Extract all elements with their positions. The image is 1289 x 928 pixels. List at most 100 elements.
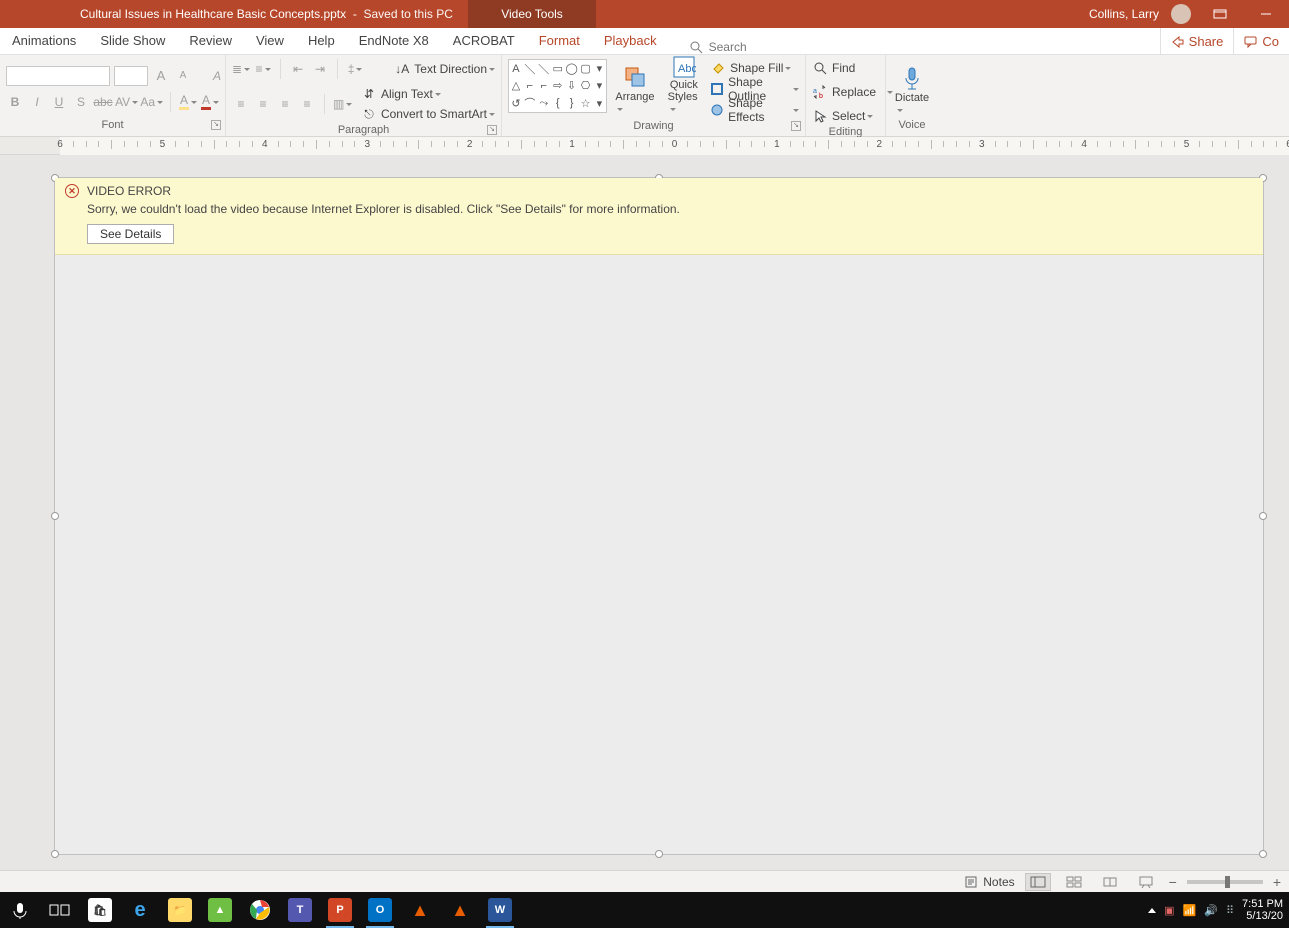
strikethrough-button[interactable]: abc xyxy=(94,93,112,111)
align-left-button[interactable]: ≡ xyxy=(232,95,250,113)
tray-wifi-icon[interactable]: 📶 xyxy=(1183,904,1197,917)
cortana-icon[interactable] xyxy=(0,892,40,928)
ruler-minor-tick xyxy=(649,141,650,147)
columns-button[interactable]: ▥ xyxy=(333,95,352,113)
line-spacing-button[interactable]: ‡ xyxy=(346,60,364,78)
reading-view-button[interactable] xyxy=(1097,873,1123,891)
zoom-thumb[interactable] xyxy=(1225,876,1230,888)
task-view-icon[interactable] xyxy=(40,892,80,928)
chrome-icon[interactable] xyxy=(240,892,280,928)
arrange-button[interactable]: Arrange xyxy=(611,59,659,117)
paragraph-dialog-launcher[interactable]: ↘ xyxy=(487,125,497,135)
tray-volume-icon[interactable]: 🔊 xyxy=(1204,904,1218,917)
drawing-dialog-launcher[interactable]: ↘ xyxy=(791,121,801,131)
slideshow-view-button[interactable] xyxy=(1133,873,1159,891)
clear-formatting-button[interactable]: A xyxy=(208,67,226,85)
user-name[interactable]: Collins, Larry xyxy=(1089,7,1159,21)
notes-button[interactable]: Notes xyxy=(963,873,1014,891)
tray-dropbox-icon[interactable]: ⠿ xyxy=(1226,904,1234,917)
tab-playback[interactable]: Playback xyxy=(592,27,669,54)
tab-animations[interactable]: Animations xyxy=(0,27,88,54)
microsoft-store-icon[interactable]: 🛍 xyxy=(80,892,120,928)
video-placeholder[interactable]: ✕ VIDEO ERROR Sorry, we couldn't load th… xyxy=(54,177,1264,855)
taskbar-clock[interactable]: 7:51 PM 5/13/20 xyxy=(1242,898,1283,922)
vlc-icon[interactable]: ▲ xyxy=(400,892,440,928)
file-explorer-icon[interactable]: 📁 xyxy=(160,892,200,928)
resize-handle[interactable] xyxy=(51,850,59,858)
error-title: VIDEO ERROR xyxy=(87,184,171,198)
ruler-minor-tick xyxy=(905,141,906,147)
character-spacing-button[interactable]: AV xyxy=(116,93,137,111)
onedrive-icon[interactable]: ▲ xyxy=(200,892,240,928)
tab-slide-show[interactable]: Slide Show xyxy=(88,27,177,54)
ruler-minor-tick xyxy=(354,141,355,147)
tab-format[interactable]: Format xyxy=(527,27,592,54)
minimize-button[interactable] xyxy=(1249,4,1283,24)
ribbon-display-options-button[interactable] xyxy=(1203,4,1237,24)
tab-endnote[interactable]: EndNote X8 xyxy=(347,27,441,54)
replace-button[interactable]: abReplace xyxy=(812,83,876,101)
align-text-button[interactable]: ⇵Align Text xyxy=(361,85,441,103)
increase-indent-button[interactable]: ⇥ xyxy=(311,60,329,78)
justify-button[interactable]: ≡ xyxy=(298,95,316,113)
slide-sorter-view-button[interactable] xyxy=(1061,873,1087,891)
tray-overflow-button[interactable] xyxy=(1148,908,1156,913)
select-button[interactable]: Select xyxy=(812,107,879,125)
font-name-input[interactable] xyxy=(6,66,110,86)
ruler-major-tick: 2 xyxy=(467,139,473,150)
resize-handle[interactable] xyxy=(655,850,663,858)
resize-handle[interactable] xyxy=(51,512,59,520)
bold-button[interactable]: B xyxy=(6,93,24,111)
edge-icon[interactable]: e xyxy=(120,892,160,928)
horizontal-ruler[interactable]: 6543210123456 xyxy=(0,137,1289,155)
shape-line2-icon: ＼ xyxy=(537,60,551,77)
tray-security-icon[interactable]: ▣ xyxy=(1164,904,1174,917)
ruler-minor-tick xyxy=(508,141,509,147)
resize-handle[interactable] xyxy=(1259,512,1267,520)
grow-font-button[interactable]: A xyxy=(152,67,170,85)
tab-review[interactable]: Review xyxy=(177,27,244,54)
tab-view[interactable]: View xyxy=(244,27,296,54)
bullets-button[interactable]: ≣ xyxy=(232,60,250,78)
see-details-button[interactable]: See Details xyxy=(87,224,174,244)
tab-acrobat[interactable]: ACROBAT xyxy=(441,27,527,54)
font-size-input[interactable] xyxy=(114,66,148,86)
share-button[interactable]: Share xyxy=(1160,28,1234,55)
resize-handle[interactable] xyxy=(1259,850,1267,858)
shape-effects-button[interactable]: Shape Effects xyxy=(710,101,799,119)
teams-icon[interactable]: T xyxy=(280,892,320,928)
italic-button[interactable]: I xyxy=(28,93,46,111)
text-direction-button[interactable]: ↓AText Direction xyxy=(394,60,495,78)
underline-button[interactable]: U xyxy=(50,93,68,111)
normal-view-button[interactable] xyxy=(1025,873,1051,891)
change-case-button[interactable]: Aa xyxy=(141,93,162,111)
decrease-indent-button[interactable]: ⇤ xyxy=(289,60,307,78)
zoom-out-button[interactable]: − xyxy=(1169,874,1177,890)
convert-smartart-button[interactable]: ⎋Convert to SmartArt xyxy=(361,105,495,123)
shapes-gallery[interactable]: A＼＼▭◯▢▾ △⌐⌐⇨⇩⎔▾ ↺⌒⤳{}☆▾ xyxy=(508,59,607,113)
align-center-button[interactable]: ≡ xyxy=(254,95,272,113)
comments-button[interactable]: Co xyxy=(1233,28,1289,55)
font-dialog-launcher[interactable]: ↘ xyxy=(211,120,221,130)
vlc-icon-2[interactable]: ▲ xyxy=(440,892,480,928)
text-highlight-button[interactable]: A xyxy=(179,93,197,111)
ruler-minor-tick xyxy=(559,141,560,147)
numbering-button[interactable]: ≡ xyxy=(254,60,272,78)
outlook-icon[interactable]: O xyxy=(360,892,400,928)
dictate-button[interactable]: Dictate xyxy=(891,60,933,118)
font-color-button[interactable]: A xyxy=(201,93,219,111)
word-icon[interactable]: W xyxy=(480,892,520,928)
avatar[interactable] xyxy=(1171,4,1191,24)
contextual-tab-video-tools[interactable]: Video Tools xyxy=(468,0,596,28)
text-shadow-button[interactable]: S xyxy=(72,93,90,111)
tell-me-search[interactable]: Search xyxy=(689,40,747,54)
align-right-button[interactable]: ≡ xyxy=(276,95,294,113)
find-button[interactable]: Find xyxy=(812,59,879,77)
zoom-in-button[interactable]: + xyxy=(1273,874,1281,890)
quick-styles-button[interactable]: Abc Quick Styles xyxy=(664,59,704,117)
powerpoint-icon[interactable]: P xyxy=(320,892,360,928)
tab-help[interactable]: Help xyxy=(296,27,347,54)
zoom-slider[interactable] xyxy=(1187,880,1263,884)
align-text-label: Align Text xyxy=(381,87,433,101)
shrink-font-button[interactable]: A xyxy=(174,67,192,85)
